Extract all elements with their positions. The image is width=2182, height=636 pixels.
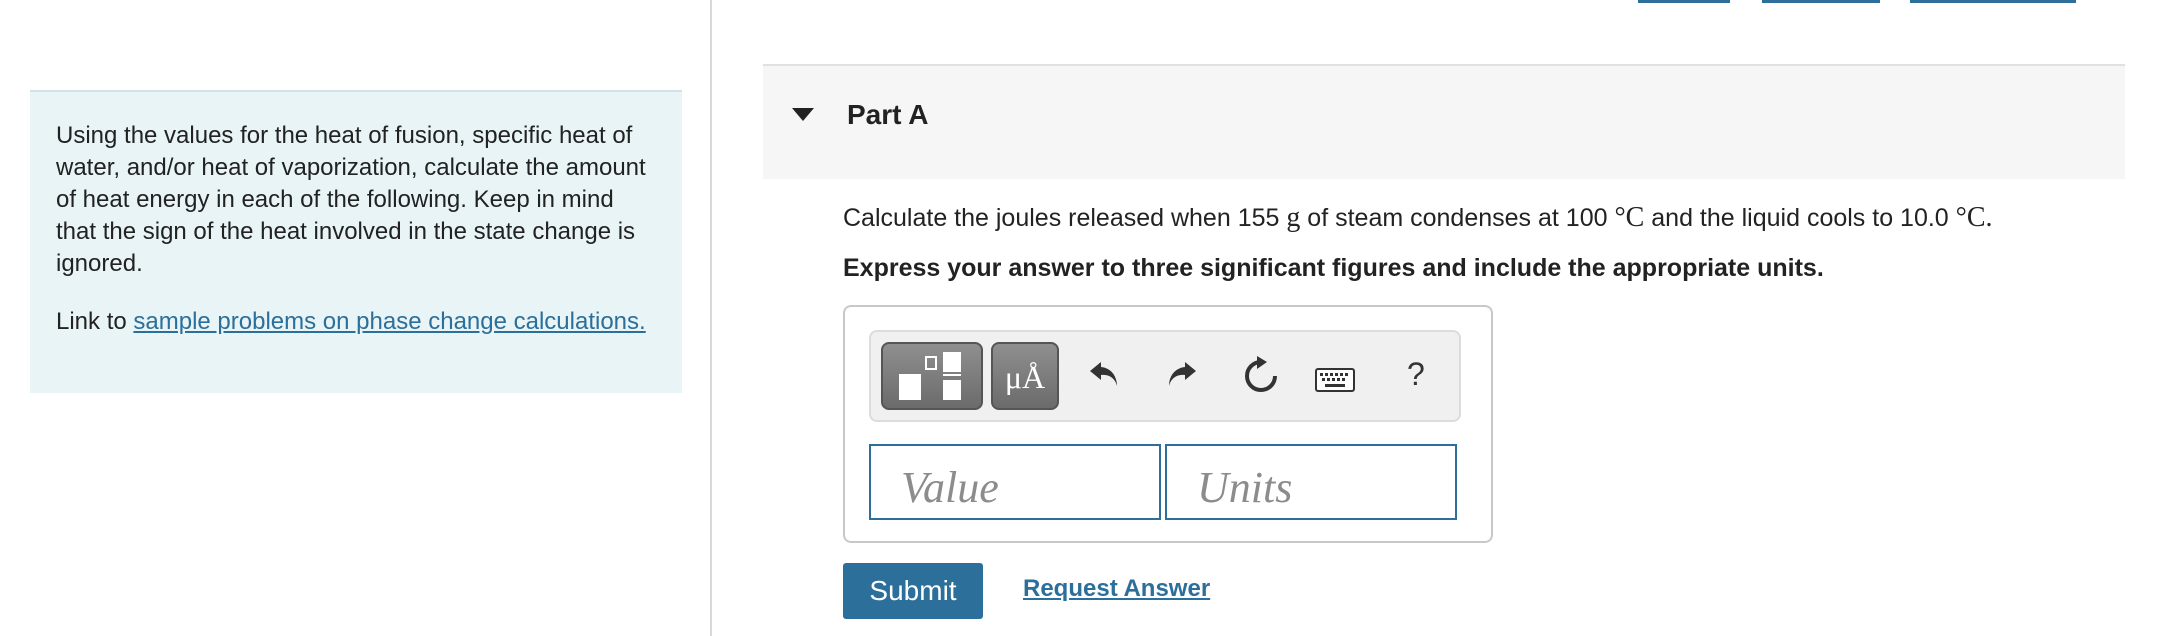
part-title: Part A [847, 99, 929, 130]
redo-icon[interactable] [1163, 354, 1199, 394]
reset-icon[interactable] [1241, 354, 1281, 396]
top-tab-3[interactable] [1910, 0, 2076, 3]
units-input[interactable] [1165, 444, 1457, 520]
info-panel: Using the values for the heat of fusion,… [30, 90, 682, 393]
collapse-caret-icon[interactable] [792, 108, 814, 121]
top-tab-2[interactable] [1762, 0, 1880, 3]
top-tab-1[interactable] [1638, 0, 1730, 3]
question-mass-unit: g [1286, 202, 1301, 233]
info-link-prefix: Link to [56, 308, 134, 335]
keyboard-icon[interactable] [1315, 368, 1355, 392]
templates-button[interactable] [881, 342, 983, 410]
help-icon[interactable]: ? [1407, 356, 1425, 393]
part-a-header[interactable]: Part A [763, 64, 2125, 179]
info-description: Using the values for the heat of fusion,… [56, 122, 646, 277]
units-button[interactable]: μÅ [991, 342, 1059, 410]
info-link-line: Link to sample problems on phase change … [56, 306, 656, 338]
question-mid-2: and the liquid cools to 10.0 [1644, 204, 1956, 232]
column-divider [710, 0, 712, 636]
question-temp-unit-2: °C. [1955, 202, 1993, 233]
value-input[interactable] [869, 444, 1161, 520]
math-toolbar: μÅ ? [869, 330, 1461, 422]
undo-icon[interactable] [1087, 354, 1123, 394]
units-icon: μÅ [1004, 359, 1046, 395]
submit-button[interactable]: Submit [843, 563, 983, 619]
question-text: Calculate the joules released when 155 g… [843, 202, 1993, 234]
request-answer-link[interactable]: Request Answer [1023, 575, 1210, 603]
question-pre: Calculate the joules released when 155 [843, 204, 1287, 232]
instruction-text: Express your answer to three significant… [843, 254, 1824, 282]
question-temp-unit-1: °C [1614, 202, 1645, 233]
question-mid: of steam condenses at 100 [1300, 204, 1615, 232]
answer-box: μÅ ? [843, 305, 1493, 543]
sample-problems-link[interactable]: sample problems on phase change calculat… [133, 308, 645, 335]
